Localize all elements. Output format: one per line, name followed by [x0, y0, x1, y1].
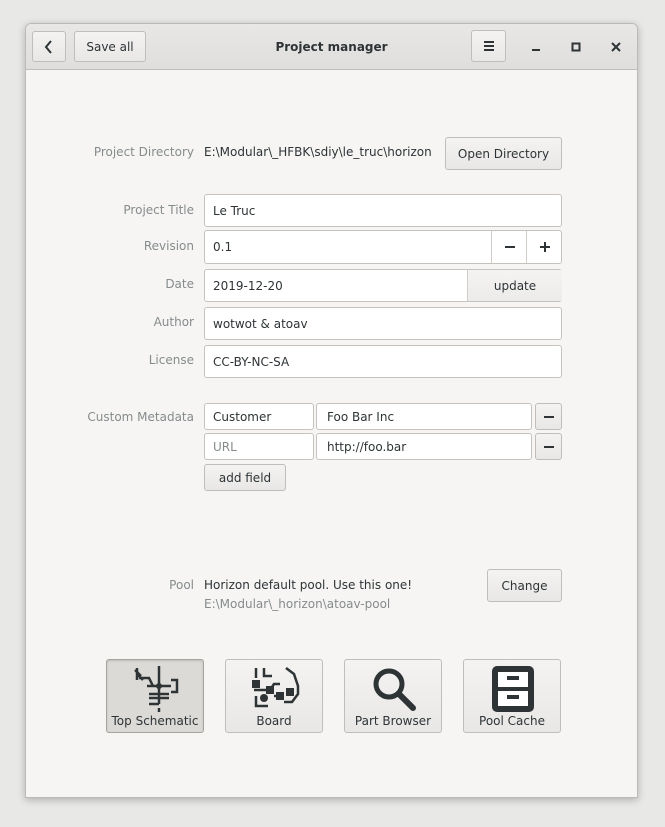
license-label: License — [148, 353, 194, 367]
revision-decrement-button[interactable] — [491, 231, 527, 263]
metadata-value-field[interactable]: http://foo.bar — [316, 433, 532, 460]
project-title-label: Project Title — [123, 203, 194, 217]
back-button[interactable] — [32, 31, 66, 62]
open-directory-button[interactable]: Open Directory — [445, 137, 562, 170]
save-all-button[interactable]: Save all — [74, 31, 146, 62]
close-button[interactable] — [605, 36, 627, 58]
part-browser-label: Part Browser — [354, 714, 432, 728]
revision-spinbutton[interactable]: 0.1 — [204, 230, 562, 264]
remove-metadata-button[interactable] — [535, 403, 562, 430]
top-schematic-label: Top Schematic — [111, 714, 199, 728]
date-value: 2019-12-20 — [213, 278, 283, 293]
author-label: Author — [153, 315, 194, 329]
maximize-button[interactable] — [565, 36, 587, 58]
pool-cache-label: Pool Cache — [479, 714, 545, 728]
project-directory-path: E:\Modular\_HFBK\sdiy\le_truc\horizon — [204, 145, 432, 159]
date-label: Date — [165, 277, 194, 291]
metadata-key-field[interactable]: URL — [204, 433, 314, 460]
close-icon — [611, 42, 621, 52]
menu-button[interactable] — [471, 30, 506, 62]
header-bar: Save all Project manager — [26, 24, 637, 70]
project-manager-window: Save all Project manager Project Directo… — [25, 23, 638, 798]
pool-path: E:\Modular\_horizon\atoav-pool — [204, 597, 391, 611]
board-icon — [252, 667, 300, 708]
project-title-value: Le Truc — [213, 203, 256, 218]
license-value: CC-BY-NC-SA — [213, 354, 290, 369]
add-field-button[interactable]: add field — [204, 464, 286, 491]
metadata-key-field[interactable]: Customer — [204, 403, 314, 430]
schematic-icon — [134, 666, 179, 712]
top-schematic-button[interactable]: Top Schematic — [106, 659, 204, 733]
metadata-value-text: Foo Bar Inc — [327, 409, 395, 424]
magnifier-icon — [373, 668, 416, 711]
revision-increment-button[interactable] — [526, 231, 562, 263]
chevron-left-icon — [44, 39, 52, 54]
minimize-icon — [532, 49, 540, 51]
board-button[interactable]: Board — [225, 659, 323, 733]
project-directory-label: Project Directory — [93, 145, 194, 159]
revision-label: Revision — [143, 239, 194, 253]
board-label: Board — [256, 714, 292, 728]
file-cabinet-icon — [492, 666, 534, 712]
author-value: wotwot & atoav — [213, 316, 308, 331]
minus-icon — [504, 246, 515, 248]
date-update-button[interactable]: update — [467, 270, 562, 301]
pool-cache-button[interactable]: Pool Cache — [463, 659, 561, 733]
pool-label: Pool — [169, 578, 194, 592]
author-field[interactable]: wotwot & atoav — [204, 307, 562, 340]
maximize-icon — [571, 42, 581, 52]
pool-name: Horizon default pool. Use this one! — [204, 578, 413, 592]
metadata-value-text: http://foo.bar — [327, 439, 407, 454]
revision-value: 0.1 — [213, 240, 233, 254]
metadata-value-field[interactable]: Foo Bar Inc — [316, 403, 532, 430]
minus-icon — [543, 415, 554, 418]
change-pool-button[interactable]: Change — [487, 569, 562, 602]
part-browser-button[interactable]: Part Browser — [344, 659, 442, 733]
project-title-field[interactable]: Le Truc — [204, 194, 562, 227]
metadata-key-value: URL — [213, 439, 237, 454]
plus-icon — [539, 242, 550, 252]
minimize-button[interactable] — [525, 36, 547, 58]
date-field[interactable]: 2019-12-20 update — [204, 269, 562, 302]
minus-icon — [543, 445, 554, 448]
license-field[interactable]: CC-BY-NC-SA — [204, 345, 562, 378]
hamburger-menu-icon — [483, 41, 494, 51]
custom-metadata-label: Custom Metadata — [87, 410, 194, 424]
metadata-key-value: Customer — [213, 409, 272, 424]
remove-metadata-button[interactable] — [535, 433, 562, 460]
